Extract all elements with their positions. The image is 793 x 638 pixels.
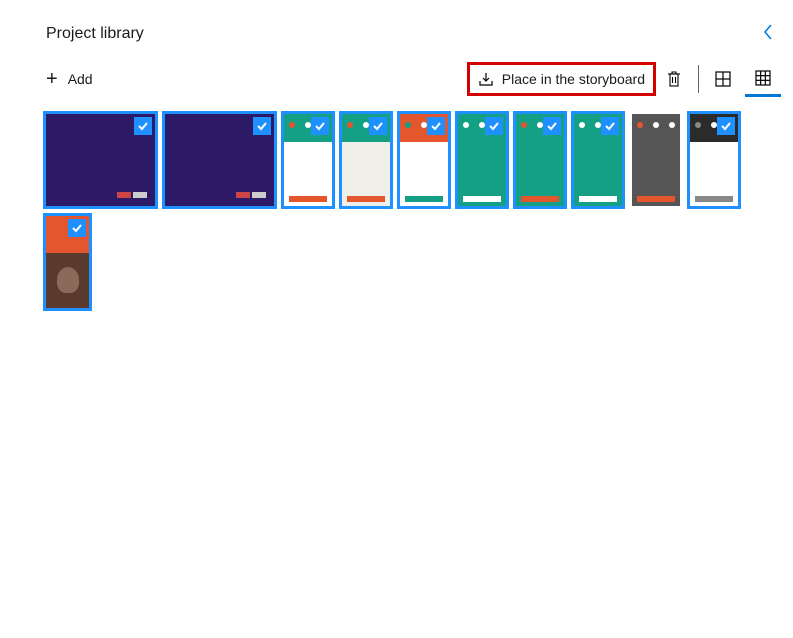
thumbnail-grid — [12, 104, 781, 318]
selected-check-icon — [369, 117, 387, 135]
thumbnail[interactable] — [458, 114, 506, 206]
selected-check-icon — [311, 117, 329, 135]
header: Project library — [12, 14, 781, 54]
selected-check-icon — [134, 117, 152, 135]
thumbnail[interactable] — [46, 114, 155, 206]
place-label: Place in the storyboard — [502, 71, 645, 87]
page-title: Project library — [12, 25, 144, 43]
grid-3x3-icon — [755, 70, 771, 86]
grid-2x2-icon — [715, 71, 731, 87]
delete-button[interactable] — [656, 61, 692, 97]
thumbnail[interactable] — [46, 216, 89, 308]
selected-check-icon — [717, 117, 735, 135]
thumbnail[interactable] — [632, 114, 680, 206]
trash-icon — [666, 70, 682, 88]
toolbar: + Add Place in the storyboard — [12, 54, 781, 104]
selected-check-icon — [485, 117, 503, 135]
project-library-panel: Project library + Add Place in the story… — [0, 14, 793, 318]
thumbnail[interactable] — [400, 114, 448, 206]
thumbnail[interactable] — [284, 114, 332, 206]
place-icon — [478, 71, 494, 87]
collapse-button[interactable] — [755, 21, 781, 47]
selected-check-icon — [601, 117, 619, 135]
view-large-button[interactable] — [705, 61, 741, 97]
selected-check-icon — [253, 117, 271, 135]
selected-check-icon — [427, 117, 445, 135]
add-label: Add — [68, 71, 93, 87]
chevron-left-icon — [761, 23, 775, 41]
plus-icon: + — [46, 69, 58, 89]
view-switcher — [705, 61, 781, 97]
selected-check-icon — [543, 117, 561, 135]
thumbnail[interactable] — [516, 114, 564, 206]
thumbnail[interactable] — [690, 114, 738, 206]
separator — [698, 65, 699, 93]
place-in-storyboard-button[interactable]: Place in the storyboard — [467, 62, 656, 96]
thumbnail[interactable] — [574, 114, 622, 206]
thumbnail[interactable] — [342, 114, 390, 206]
view-small-button[interactable] — [745, 61, 781, 97]
add-button[interactable]: + Add — [46, 65, 93, 93]
selected-check-icon — [68, 219, 86, 237]
thumbnail[interactable] — [165, 114, 274, 206]
